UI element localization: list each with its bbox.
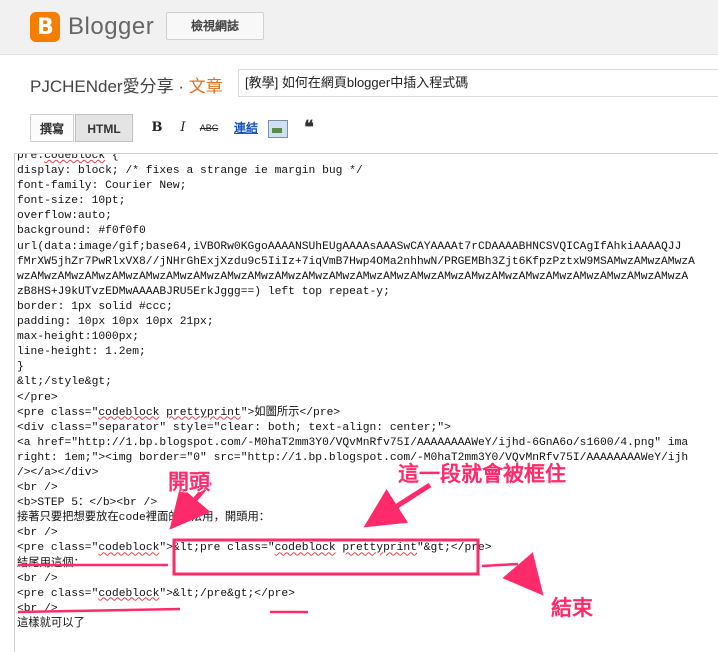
blogger-wordmark[interactable]: Blogger: [68, 13, 154, 41]
strikethrough-icon[interactable]: ABC: [199, 118, 219, 138]
code-line: <pre class="codeblock">&lt;pre class="co…: [17, 542, 492, 555]
code-line: font-size: 10pt;: [17, 195, 126, 208]
section-label: 文章: [188, 77, 223, 96]
breadcrumb-separator: ·: [173, 77, 189, 96]
code-line: overflow:auto;: [17, 210, 112, 223]
quote-icon[interactable]: ❝: [300, 118, 318, 138]
code-line: <pre class="codeblock">&lt;/pre&gt;</pre…: [17, 587, 295, 600]
code-line: <a href="http://1.bp.blogspot.com/-M0haT…: [17, 436, 689, 449]
code-line: <b>STEP 5：</b><br />: [17, 497, 158, 510]
code-line: <br />: [17, 482, 58, 495]
logo-letter: B: [37, 15, 54, 40]
code-line: padding: 10px 10px 10px 21px;: [17, 316, 214, 329]
code-line: &lt;/style&gt;: [17, 376, 112, 389]
code-line: zB8HS+J9kUTvzEDMwAAAABJRU5ErkJggg==) lef…: [17, 285, 390, 298]
code-line: url(data:image/gif;base64,iVBORw0KGgoAAA…: [17, 240, 682, 253]
code-line: 接著只要把想要放在code裡面的語法用，開頭用：: [17, 512, 271, 525]
code-line: <br />: [17, 602, 58, 615]
bold-icon[interactable]: B: [150, 118, 164, 138]
code-line: <br />: [17, 527, 58, 540]
insert-image-icon[interactable]: [268, 120, 288, 138]
annotation-boxed-label: 這一段就會被框住: [398, 463, 566, 486]
html-editor[interactable]: pre.codeblock { display: block; /* fixes…: [14, 153, 718, 652]
code-line: 這樣就可以了: [17, 617, 85, 630]
code-line: max-height:1000px;: [17, 331, 140, 344]
code-line: right: 1em;"><img border="0" src="http:/…: [17, 451, 689, 464]
code-line: display: block; /* fixes a strange ie ma…: [17, 165, 363, 178]
html-source[interactable]: pre.codeblock { display: block; /* fixes…: [17, 153, 695, 632]
code-line: /></a></div>: [17, 466, 99, 479]
post-title-input[interactable]: [教學] 如何在網頁blogger中插入程式碼: [238, 69, 718, 97]
code-line: <div class="separator" style="clear: bot…: [17, 421, 451, 434]
code-line: }: [17, 361, 24, 374]
italic-icon[interactable]: I: [176, 118, 190, 138]
blogger-logo-icon[interactable]: B: [30, 12, 60, 42]
code-line: line-height: 1.2em;: [17, 346, 146, 359]
compose-mode-button[interactable]: 撰寫: [30, 114, 74, 142]
code-line: <pre class="codeblock prettyprint">如圖所示<…: [17, 406, 341, 419]
insert-link-button[interactable]: 連結: [232, 118, 260, 138]
code-line: wzAMwzAMwzAMwzAMwzAMwzAMwzAMwzAMwzAMwzAM…: [17, 270, 689, 283]
blog-name[interactable]: PJCHENder愛分享: [30, 77, 174, 96]
view-blog-button[interactable]: 檢視網誌: [166, 12, 264, 40]
code-line: fMrXW5jhZr7PwRlxVX8//jNHrGhExjXzdu9c5IiI…: [17, 255, 695, 268]
code-line: background: #f0f0f0: [17, 225, 146, 238]
code-line: pre.codeblock {: [17, 153, 119, 162]
annotation-end-label: 結束: [551, 597, 593, 620]
code-line: </pre>: [17, 391, 58, 404]
blog-breadcrumb: PJCHENder愛分享 · 文章: [30, 72, 223, 97]
code-line: 結尾用這個：: [17, 557, 85, 570]
code-line: font-family: Courier New;: [17, 180, 187, 193]
code-line: border: 1px solid #ccc;: [17, 300, 173, 313]
code-line: <br />: [17, 572, 58, 585]
annotation-start-label: 開頭: [168, 471, 210, 494]
html-mode-button[interactable]: HTML: [75, 114, 133, 142]
